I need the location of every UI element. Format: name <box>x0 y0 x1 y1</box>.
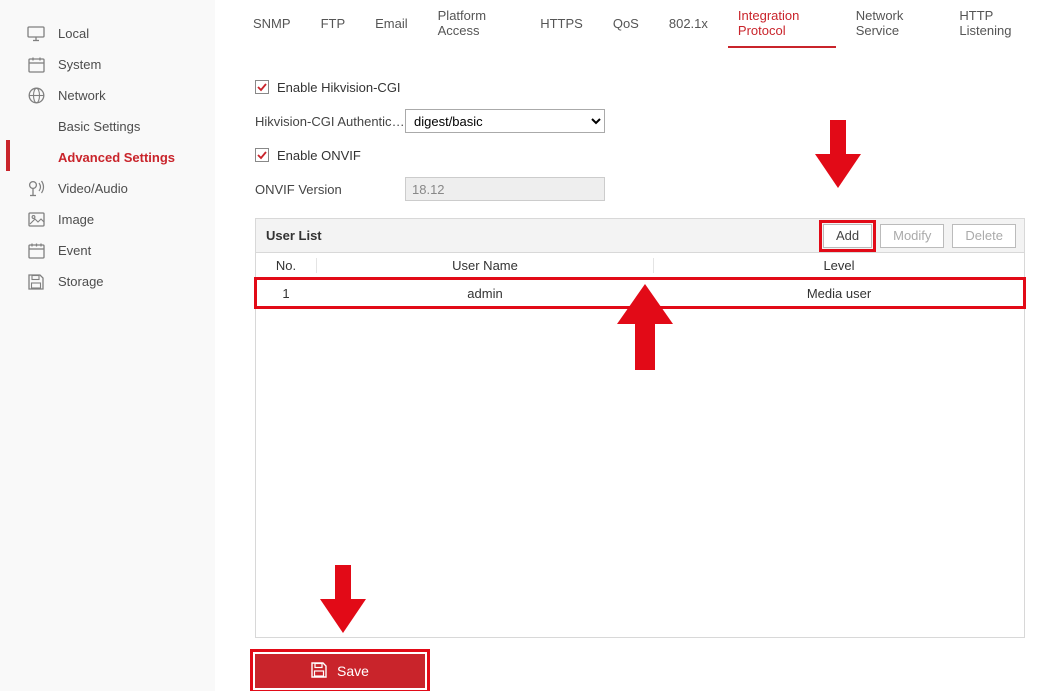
tab-qos[interactable]: QoS <box>603 0 649 48</box>
sidebar-item-image[interactable]: Image <box>0 204 215 235</box>
sidebar-item-label: Video/Audio <box>58 181 128 196</box>
tab-label: Integration Protocol <box>738 8 826 38</box>
onvif-version-label: ONVIF Version <box>255 182 405 197</box>
tab-integration-protocol[interactable]: Integration Protocol <box>728 0 836 48</box>
table-row[interactable]: 1 admin Media user <box>256 279 1024 307</box>
userlist-title: User List <box>266 228 322 243</box>
sidebar-item-label: Event <box>58 243 91 258</box>
active-indicator <box>6 140 10 171</box>
sidebar-item-label: System <box>58 57 101 72</box>
floppy-icon <box>311 662 327 681</box>
col-level: Level <box>654 258 1024 273</box>
tab-network-service[interactable]: Network Service <box>846 0 940 48</box>
tab-label: Email <box>375 16 408 31</box>
col-no: No. <box>256 258 316 273</box>
modify-button[interactable]: Modify <box>880 224 944 248</box>
sidebar-item-system[interactable]: System <box>0 49 215 80</box>
sidebar-item-label: Local <box>58 26 89 41</box>
add-button[interactable]: Add <box>823 224 872 248</box>
enable-cgi-label: Enable Hikvision-CGI <box>277 80 401 95</box>
userlist-panel: User List Add Modify Delete No. User Nam… <box>255 218 1025 638</box>
floppy-icon <box>26 272 46 292</box>
sidebar-sub-label: Advanced Settings <box>58 150 175 165</box>
onvif-version-value: 18.12 <box>405 177 605 201</box>
sidebar-sub-basic-settings[interactable]: Basic Settings <box>0 111 215 142</box>
enable-onvif-checkbox[interactable] <box>255 148 269 162</box>
sidebar-sub-advanced-settings[interactable]: Advanced Settings <box>0 142 215 173</box>
save-button[interactable]: Save <box>255 654 425 688</box>
cgi-auth-label: Hikvision-CGI Authenticat… <box>255 114 405 129</box>
tab-label: SNMP <box>253 16 291 31</box>
userlist-header: User List Add Modify Delete <box>256 219 1024 253</box>
userlist-body: 1 admin Media user <box>256 279 1024 637</box>
tab-http-listening[interactable]: HTTP Listening <box>949 0 1039 48</box>
tab-label: QoS <box>613 16 639 31</box>
sidebar-item-storage[interactable]: Storage <box>0 266 215 297</box>
globe-icon <box>26 86 46 106</box>
sidebar-sub-label: Basic Settings <box>58 119 140 134</box>
sidebar-item-event[interactable]: Event <box>0 235 215 266</box>
col-name: User Name <box>316 258 654 273</box>
sidebar-item-video-audio[interactable]: Video/Audio <box>0 173 215 204</box>
tab-label: FTP <box>321 16 346 31</box>
enable-cgi-checkbox[interactable] <box>255 80 269 94</box>
tab-platform-access[interactable]: Platform Access <box>428 0 521 48</box>
tab-snmp[interactable]: SNMP <box>243 0 301 48</box>
cell-level: Media user <box>654 286 1024 301</box>
image-icon <box>26 210 46 230</box>
sidebar-item-label: Network <box>58 88 106 103</box>
cell-no: 1 <box>256 286 316 301</box>
sidebar-item-network[interactable]: Network <box>0 80 215 111</box>
enable-onvif-label: Enable ONVIF <box>277 148 361 163</box>
tab-label: HTTPS <box>540 16 583 31</box>
userlist-columns: No. User Name Level <box>256 253 1024 279</box>
tab-https[interactable]: HTTPS <box>530 0 593 48</box>
save-bar: Save <box>255 654 1049 688</box>
tab-label: Platform Access <box>438 8 511 38</box>
tabs: SNMP FTP Email Platform Access HTTPS QoS… <box>215 0 1049 48</box>
tab-label: Network Service <box>856 8 930 38</box>
cgi-auth-select[interactable]: digest/basic <box>405 109 605 133</box>
monitor-icon <box>26 24 46 44</box>
sidebar-item-local[interactable]: Local <box>0 18 215 49</box>
tab-label: 802.1x <box>669 16 708 31</box>
main-area: SNMP FTP Email Platform Access HTTPS QoS… <box>215 0 1049 691</box>
sidebar-item-label: Storage <box>58 274 104 289</box>
sidebar: Local System Network Basic Settings Adva… <box>0 0 215 691</box>
cell-name: admin <box>316 286 654 301</box>
delete-button[interactable]: Delete <box>952 224 1016 248</box>
event-icon <box>26 241 46 261</box>
sidebar-item-label: Image <box>58 212 94 227</box>
tab-8021x[interactable]: 802.1x <box>659 0 718 48</box>
form-area: Enable Hikvision-CGI Hikvision-CGI Authe… <box>215 48 1049 204</box>
tab-label: HTTP Listening <box>959 8 1029 38</box>
tab-email[interactable]: Email <box>365 0 418 48</box>
tab-ftp[interactable]: FTP <box>311 0 356 48</box>
mic-icon <box>26 179 46 199</box>
save-button-label: Save <box>337 663 369 679</box>
calendar-icon <box>26 55 46 75</box>
userlist-buttons: Add Modify Delete <box>823 224 1016 248</box>
